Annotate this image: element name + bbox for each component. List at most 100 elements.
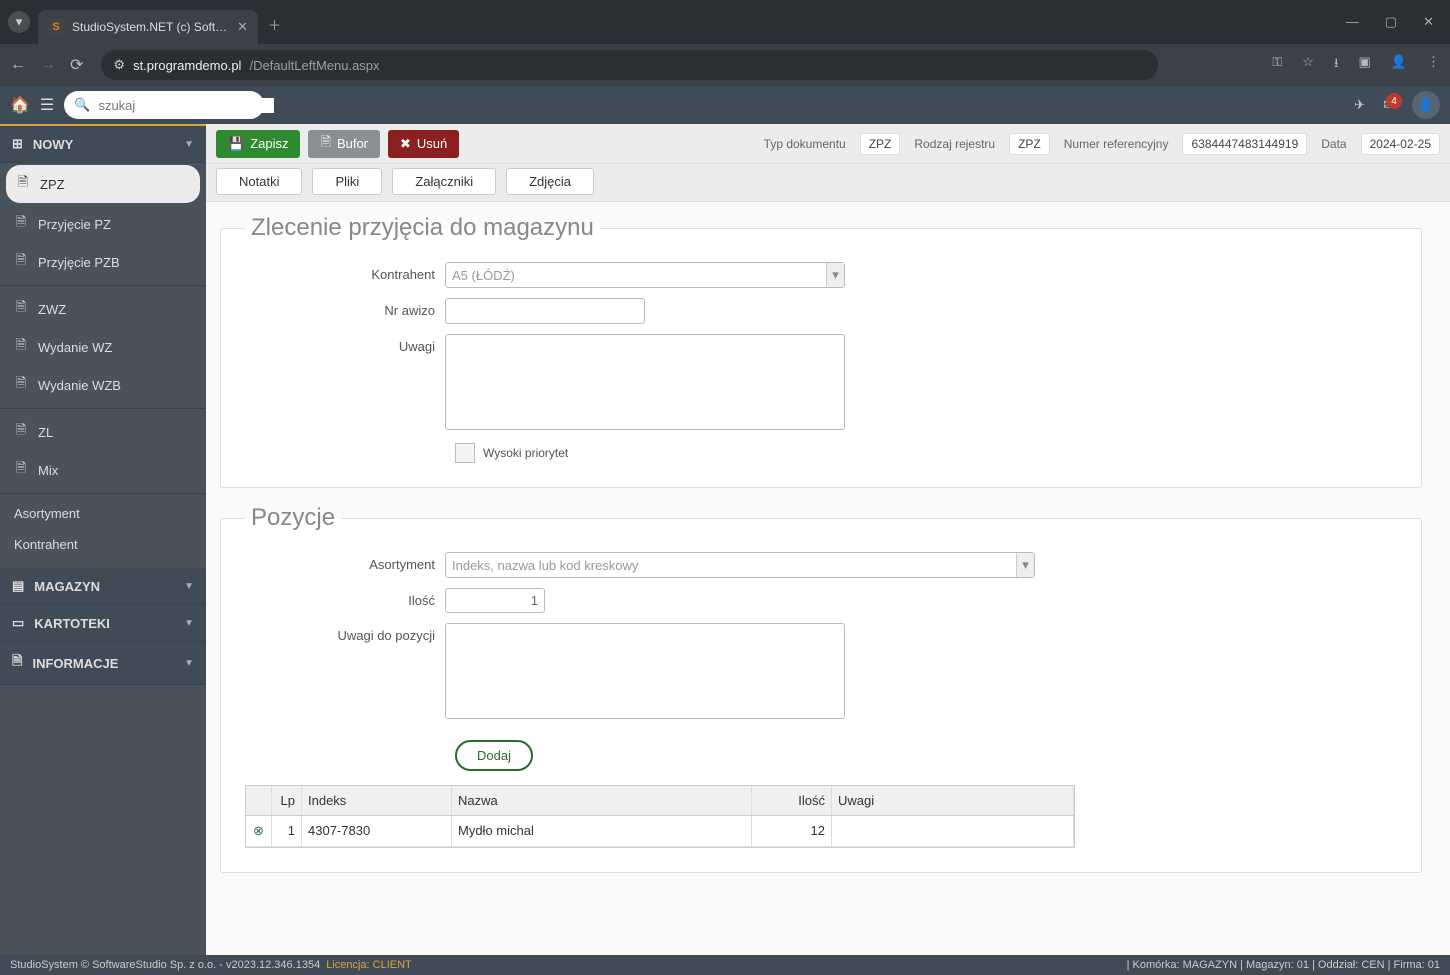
ilosc-input[interactable] bbox=[445, 588, 545, 613]
bookmark-icon[interactable]: ☆ bbox=[1302, 54, 1314, 76]
sidebar-section-label: KARTOTEKI bbox=[34, 616, 110, 631]
grid-header-delete bbox=[246, 786, 272, 815]
browser-titlebar: ▾ S StudioSystem.NET (c) SoftwareS ✕ ＋ —… bbox=[0, 0, 1450, 44]
row-indeks: 4307-7830 bbox=[302, 816, 452, 846]
uwagi-textarea[interactable] bbox=[445, 334, 845, 430]
sidebar-section-informacje[interactable]: 🗎 INFORMACJE ▼ bbox=[0, 642, 206, 685]
kontrahent-value: A5 (ŁÓDŹ) bbox=[452, 268, 820, 283]
sidebar-item-label: Przyjęcie PZB bbox=[38, 255, 120, 270]
window-minimize-icon[interactable]: — bbox=[1346, 14, 1359, 30]
sidebar-link-kontrahent[interactable]: Kontrahent bbox=[0, 529, 206, 560]
grid-header-indeks: Indeks bbox=[302, 786, 452, 815]
chevron-down-icon: ▼ bbox=[184, 618, 194, 629]
key-icon[interactable]: ⚿ bbox=[1272, 54, 1282, 76]
chevron-down-icon: ▼ bbox=[184, 658, 194, 669]
home-icon[interactable]: 🏠 bbox=[10, 95, 30, 115]
meta-typ-value: ZPZ bbox=[860, 133, 901, 155]
site-info-icon[interactable]: ⚙ bbox=[113, 57, 125, 73]
meta-rejestr-label: Rodzaj rejestru bbox=[908, 133, 1001, 155]
search-input[interactable] bbox=[98, 98, 274, 113]
window-close-icon[interactable]: ✕ bbox=[1423, 14, 1434, 30]
window-maximize-icon[interactable]: ▢ bbox=[1385, 14, 1397, 30]
save-icon: 💾 bbox=[228, 136, 244, 152]
sidebar-item-pz[interactable]: 🗎Przyjęcie PZ bbox=[0, 205, 206, 243]
sidebar-section-nowy[interactable]: ⊞ NOWY ▼ bbox=[0, 124, 206, 163]
section-zlecenie: Zlecenie przyjęcia do magazynu Kontrahen… bbox=[220, 214, 1422, 488]
combo-dropdown-icon[interactable]: ▾ bbox=[1016, 553, 1034, 577]
tab-close-icon[interactable]: ✕ bbox=[237, 19, 248, 35]
sidebar: ⊞ NOWY ▼ 🗎ZPZ 🗎Przyjęcie PZ 🗎Przyjęcie P… bbox=[0, 124, 206, 955]
sidepanel-icon[interactable]: ▣ bbox=[1359, 54, 1371, 76]
sidebar-link-asortyment[interactable]: Asortyment bbox=[0, 498, 206, 529]
new-tab-button[interactable]: ＋ bbox=[268, 15, 281, 34]
uwagi-label: Uwagi bbox=[245, 334, 445, 354]
app-topbar: 🏠 ☰ 🔍 ✈ ✉4 👤 bbox=[0, 86, 1450, 124]
delete-button[interactable]: ✖ Usuń bbox=[388, 130, 459, 158]
tab-notatki[interactable]: Notatki bbox=[216, 168, 302, 195]
mail-badge: 4 bbox=[1386, 93, 1402, 109]
nav-reload-icon[interactable]: ⟳ bbox=[70, 55, 83, 75]
tabs-dropdown[interactable]: ▾ bbox=[8, 11, 30, 33]
sidebar-item-wzb[interactable]: 🗎 Wydanie WZB bbox=[0, 366, 206, 404]
grid-header-lp: Lp bbox=[272, 786, 302, 815]
tab-title: StudioSystem.NET (c) SoftwareS bbox=[72, 20, 229, 34]
grid-header-uwagi: Uwagi bbox=[832, 786, 1074, 815]
form-scroll-area[interactable]: Zlecenie przyjęcia do magazynu Kontrahen… bbox=[206, 202, 1450, 955]
asortyment-combo[interactable]: Indeks, nazwa lub kod kreskowy ▾ bbox=[445, 552, 1035, 578]
profile-icon[interactable]: 👤 bbox=[1391, 54, 1407, 76]
combo-dropdown-icon[interactable]: ▾ bbox=[826, 263, 844, 287]
search-box[interactable]: 🔍 bbox=[64, 91, 264, 119]
side-toggle-icon[interactable]: ☰ bbox=[40, 95, 54, 115]
browser-toolbar: ← → ⟳ ⚙ st.programdemo.pl/DefaultLeftMen… bbox=[0, 44, 1450, 86]
sidebar-item-zl[interactable]: 🗎ZL bbox=[0, 413, 206, 451]
tab-zalaczniki[interactable]: Załączniki bbox=[392, 168, 496, 195]
kontrahent-label: Kontrahent bbox=[245, 262, 445, 282]
delete-button-label: Usuń bbox=[417, 136, 447, 151]
user-avatar-icon[interactable]: 👤 bbox=[1412, 91, 1440, 119]
nav-back-icon[interactable]: ← bbox=[10, 56, 26, 74]
row-delete-icon[interactable]: ⊗ bbox=[246, 816, 272, 846]
meta-rejestr-value: ZPZ bbox=[1009, 133, 1050, 155]
sidebar-item-label: Wydanie WZ bbox=[38, 340, 112, 355]
warehouse-icon: ▤ bbox=[12, 578, 24, 594]
nav-forward-icon[interactable]: → bbox=[40, 56, 56, 74]
file-icon: 🗎 bbox=[14, 374, 28, 396]
section-pozycje: Pozycje Asortyment Indeks, nazwa lub kod… bbox=[220, 504, 1422, 873]
sidebar-item-zwz[interactable]: 🗎ZWZ bbox=[0, 290, 206, 328]
sidebar-section-magazyn[interactable]: ▤ MAGAZYN ▼ bbox=[0, 568, 206, 605]
kontrahent-combo[interactable]: A5 (ŁÓDŹ) ▾ bbox=[445, 262, 845, 288]
url-bar[interactable]: ⚙ st.programdemo.pl/DefaultLeftMenu.aspx bbox=[101, 50, 1158, 80]
save-button[interactable]: 💾Zapisz bbox=[216, 130, 300, 158]
send-icon[interactable]: ✈ bbox=[1354, 97, 1365, 113]
uwagi-poz-textarea[interactable] bbox=[445, 623, 845, 719]
dodaj-button[interactable]: Dodaj bbox=[455, 740, 533, 771]
awizo-input[interactable] bbox=[445, 298, 645, 324]
sidebar-item-label: Przyjęcie PZ bbox=[38, 217, 111, 232]
delete-icon: ✖ bbox=[400, 136, 411, 152]
sidebar-item-label: Wydanie WZB bbox=[38, 378, 121, 393]
section-title: Zlecenie przyjęcia do magazynu bbox=[245, 214, 600, 242]
section-title: Pozycje bbox=[245, 504, 341, 532]
sidebar-item-wz[interactable]: 🗎Wydanie WZ bbox=[0, 328, 206, 366]
asortyment-placeholder: Indeks, nazwa lub kod kreskowy bbox=[452, 558, 1010, 573]
buffer-button[interactable]: 🗎Bufor bbox=[308, 130, 380, 158]
search-icon: 🔍 bbox=[74, 97, 90, 113]
browser-menu-icon[interactable]: ⋮ bbox=[1427, 54, 1440, 76]
sidebar-section-kartoteki[interactable]: ▭ KARTOTEKI ▼ bbox=[0, 605, 206, 642]
plus-box-icon: ⊞ bbox=[12, 136, 23, 152]
mail-icon[interactable]: ✉4 bbox=[1383, 97, 1394, 113]
download-icon[interactable]: ⭳ bbox=[1334, 54, 1339, 76]
browser-tab[interactable]: S StudioSystem.NET (c) SoftwareS ✕ bbox=[38, 10, 258, 44]
tab-pliki[interactable]: Pliki bbox=[312, 168, 382, 195]
table-row[interactable]: ⊗ 1 4307-7830 Mydło michal 12 bbox=[246, 816, 1074, 847]
footer-bar: StudioSystem © SoftwareStudio Sp. z o.o.… bbox=[0, 955, 1450, 975]
sidebar-section-label: MAGAZYN bbox=[34, 579, 100, 594]
sidebar-item-label: ZPZ bbox=[40, 177, 65, 192]
tab-zdjecia[interactable]: Zdjęcia bbox=[506, 168, 594, 195]
meta-numer-value: 6384447483144919 bbox=[1182, 133, 1307, 155]
sidebar-item-mix[interactable]: 🗎Mix bbox=[0, 451, 206, 489]
action-bar: 💾Zapisz 🗎Bufor ✖Usuń Typ dokumentu ZPZ R… bbox=[206, 124, 1450, 164]
sidebar-item-zpz[interactable]: 🗎ZPZ bbox=[6, 165, 200, 203]
sidebar-item-pzb[interactable]: 🗎Przyjęcie PZB bbox=[0, 243, 206, 281]
priorytet-checkbox[interactable] bbox=[455, 443, 475, 463]
